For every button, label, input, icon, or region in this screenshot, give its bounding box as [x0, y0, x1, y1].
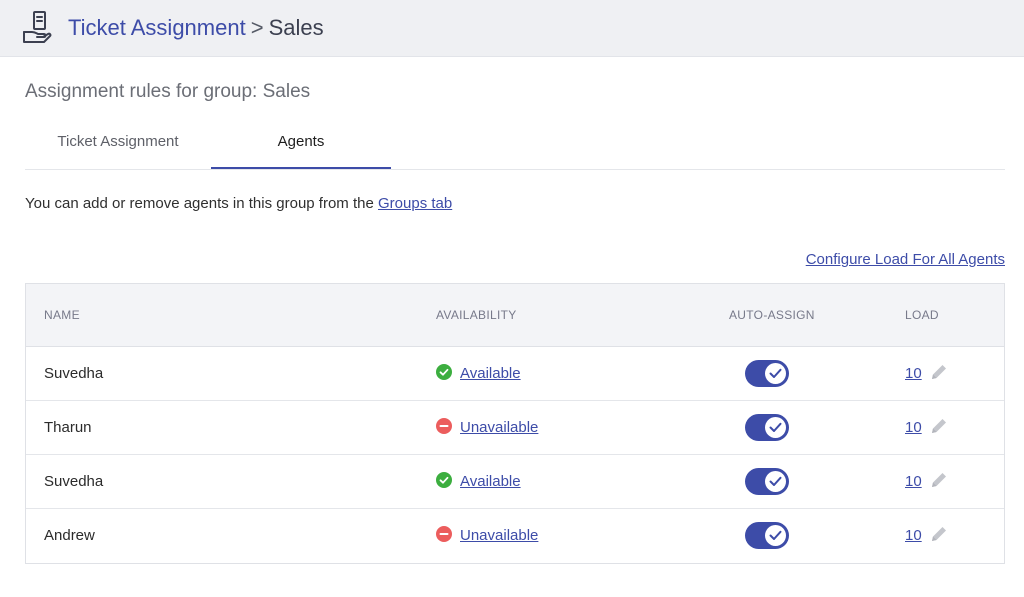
availability-cell: Unavailable	[436, 509, 538, 563]
column-header-auto-assign: AUTO-ASSIGN	[729, 308, 815, 322]
ticket-hand-icon	[23, 11, 52, 43]
configure-load-all-link[interactable]: Configure Load For All Agents	[806, 250, 1005, 270]
auto-assign-toggle[interactable]	[745, 414, 789, 441]
availability-link[interactable]: Available	[460, 473, 521, 490]
table-row: Andrew Unavailable 10	[26, 509, 1004, 563]
table-row: Suvedha Available 10	[26, 347, 1004, 401]
auto-assign-toggle[interactable]	[745, 360, 789, 387]
top-bar: Ticket Assignment > Sales	[0, 0, 1024, 57]
page-title: Assignment rules for group: Sales	[25, 81, 311, 102]
unavailable-minus-icon	[436, 418, 452, 435]
pencil-edit-icon[interactable]	[928, 361, 950, 383]
availability-link[interactable]: Unavailable	[460, 419, 538, 436]
available-check-icon	[436, 364, 452, 381]
pencil-edit-icon[interactable]	[928, 415, 950, 437]
table-row: Tharun Unavailable 10	[26, 401, 1004, 455]
info-message: You can add or remove agents in this gro…	[25, 195, 378, 212]
availability-cell: Available	[436, 347, 521, 401]
groups-tab-link[interactable]: Groups tab	[378, 195, 452, 212]
tab-bar: Ticket Assignment Agents	[25, 122, 1005, 170]
table-row: Suvedha Available 10	[26, 455, 1004, 509]
toggle-knob	[765, 363, 786, 384]
auto-assign-toggle[interactable]	[745, 468, 789, 495]
info-text: You can add or remove agents in this gro…	[25, 194, 452, 214]
availability-cell: Available	[436, 455, 521, 509]
column-header-availability: AVAILABILITY	[436, 308, 517, 322]
pencil-edit-icon[interactable]	[928, 523, 950, 545]
agent-name: Suvedha	[44, 365, 104, 382]
pencil-edit-icon[interactable]	[928, 469, 950, 491]
agent-name: Tharun	[44, 419, 92, 436]
column-header-name: NAME	[44, 308, 80, 322]
availability-cell: Unavailable	[436, 401, 538, 455]
load-value-link[interactable]: 10	[905, 527, 922, 544]
availability-link[interactable]: Available	[460, 365, 521, 382]
toggle-knob	[765, 417, 786, 438]
toggle-knob	[765, 471, 786, 492]
agents-table: NAME AVAILABILITY AUTO-ASSIGN LOAD Suved…	[25, 283, 1005, 564]
column-header-load: LOAD	[905, 308, 939, 322]
tab-ticket-assignment[interactable]: Ticket Assignment	[25, 122, 211, 169]
toggle-knob	[765, 525, 786, 546]
load-cell: 10	[905, 347, 950, 401]
load-value-link[interactable]: 10	[905, 473, 922, 490]
agent-name: Andrew	[44, 527, 95, 544]
unavailable-minus-icon	[436, 526, 452, 543]
load-cell: 10	[905, 401, 950, 455]
agent-name: Suvedha	[44, 473, 104, 490]
breadcrumb: Ticket Assignment > Sales	[68, 14, 324, 42]
load-value-link[interactable]: 10	[905, 419, 922, 436]
breadcrumb-ticket-assignment-link[interactable]: Ticket Assignment	[68, 15, 246, 40]
tab-agents[interactable]: Agents	[211, 122, 391, 169]
load-cell: 10	[905, 455, 950, 509]
load-value-link[interactable]: 10	[905, 365, 922, 382]
table-header: NAME AVAILABILITY AUTO-ASSIGN LOAD	[26, 284, 1004, 347]
availability-link[interactable]: Unavailable	[460, 527, 538, 544]
breadcrumb-separator: >	[250, 15, 264, 40]
breadcrumb-current: Sales	[268, 15, 324, 40]
auto-assign-toggle[interactable]	[745, 522, 789, 549]
available-check-icon	[436, 472, 452, 489]
load-cell: 10	[905, 509, 950, 563]
